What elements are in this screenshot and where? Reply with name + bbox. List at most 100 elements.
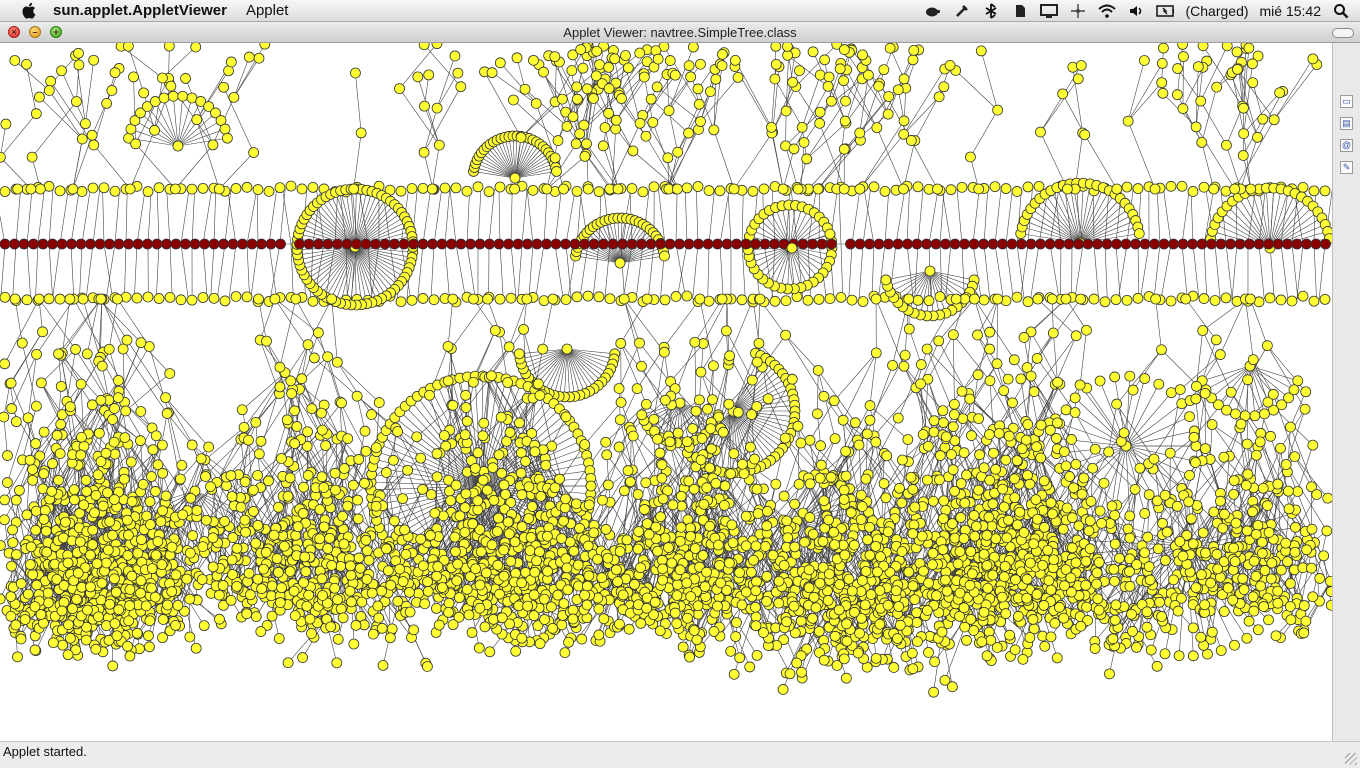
- tree-node[interactable]: [556, 533, 567, 544]
- tree-node[interactable]: [498, 544, 510, 556]
- tree-node[interactable]: [730, 631, 742, 642]
- tree-node[interactable]: [27, 464, 38, 475]
- tree-node[interactable]: [1038, 475, 1050, 487]
- tree-node[interactable]: [112, 392, 124, 404]
- tree-node[interactable]: [770, 58, 782, 70]
- tree-node[interactable]: [1171, 500, 1183, 512]
- tree-node[interactable]: [230, 291, 242, 302]
- tree-node[interactable]: [822, 80, 834, 92]
- tree-node[interactable]: [288, 585, 300, 597]
- tree-node[interactable]: [984, 375, 996, 387]
- tree-node[interactable]: [593, 603, 605, 615]
- tree-node[interactable]: [1292, 486, 1303, 497]
- tree-node[interactable]: [780, 105, 792, 117]
- tree-node[interactable]: [241, 181, 253, 193]
- tree-node[interactable]: [961, 635, 972, 646]
- tree-node[interactable]: [516, 632, 528, 644]
- tree-node[interactable]: [952, 558, 964, 570]
- tree-node[interactable]: [256, 583, 268, 595]
- tree-node[interactable]: [928, 686, 940, 698]
- tree-node[interactable]: [1177, 103, 1189, 114]
- tree-node[interactable]: [88, 54, 100, 66]
- tree-node[interactable]: [1108, 563, 1120, 575]
- tree-node[interactable]: [443, 597, 455, 609]
- tree-node[interactable]: [169, 183, 181, 195]
- tree-node[interactable]: [1168, 574, 1179, 586]
- tree-node[interactable]: [107, 414, 118, 425]
- tree-node[interactable]: [367, 628, 379, 640]
- tree-node[interactable]: [322, 543, 334, 554]
- tree-node[interactable]: [503, 528, 515, 540]
- tree-node[interactable]: [907, 54, 919, 66]
- tree-node[interactable]: [930, 590, 942, 602]
- tree-node[interactable]: [1057, 523, 1069, 535]
- tree-node[interactable]: [903, 293, 915, 305]
- tree-node[interactable]: [728, 668, 740, 680]
- tree-node[interactable]: [984, 343, 996, 355]
- tree-node[interactable]: [912, 294, 924, 306]
- tree-node[interactable]: [318, 482, 330, 493]
- tree-node[interactable]: [1156, 58, 1168, 69]
- tree-node[interactable]: [0, 151, 6, 163]
- tree-node[interactable]: [552, 135, 564, 146]
- tree-node[interactable]: [248, 506, 259, 517]
- tree-node[interactable]: [0, 118, 12, 130]
- tree-node[interactable]: [1001, 532, 1013, 544]
- tree-node[interactable]: [1085, 496, 1097, 507]
- tree-node[interactable]: [965, 613, 977, 625]
- tree-node[interactable]: [1088, 293, 1100, 305]
- tree-node[interactable]: [1237, 150, 1249, 161]
- volume-icon[interactable]: [1127, 3, 1145, 19]
- tree-node[interactable]: [984, 474, 996, 486]
- tree-node[interactable]: [613, 383, 625, 394]
- tree-node[interactable]: [571, 81, 583, 93]
- tree-node[interactable]: [2, 450, 13, 461]
- tree-node[interactable]: [1307, 591, 1319, 603]
- tree-node[interactable]: [11, 549, 22, 560]
- tree-node[interactable]: [1275, 442, 1286, 454]
- tree-node[interactable]: [500, 488, 511, 500]
- tree-node[interactable]: [1282, 485, 1294, 497]
- tree-node[interactable]: [307, 182, 319, 193]
- tree-node[interactable]: [1178, 51, 1189, 62]
- tree-node[interactable]: [197, 292, 209, 303]
- tree-node[interactable]: [1070, 458, 1082, 470]
- tree-node[interactable]: [436, 582, 448, 593]
- tree-node[interactable]: [753, 337, 765, 349]
- tree-node[interactable]: [618, 293, 630, 305]
- tree-node[interactable]: [1174, 384, 1186, 396]
- tree-node[interactable]: [491, 526, 503, 537]
- tree-node[interactable]: [1059, 446, 1070, 458]
- window-title-bar[interactable]: × – + Applet Viewer: navtree.SimpleTree.…: [0, 22, 1360, 43]
- tree-node[interactable]: [695, 116, 706, 127]
- tree-node[interactable]: [274, 361, 286, 373]
- tree-node[interactable]: [1199, 599, 1211, 611]
- tree-node[interactable]: [1089, 443, 1101, 455]
- tree-node[interactable]: [1092, 593, 1104, 605]
- tree-node[interactable]: [978, 548, 990, 560]
- tree-node[interactable]: [568, 545, 580, 557]
- tree-node[interactable]: [498, 479, 510, 491]
- tree-node[interactable]: [1048, 554, 1060, 566]
- tree-node[interactable]: [582, 183, 594, 195]
- tree-node[interactable]: [728, 448, 740, 459]
- tree-node[interactable]: [1067, 512, 1078, 524]
- tree-node[interactable]: [635, 617, 647, 629]
- tree-node[interactable]: [681, 577, 693, 589]
- tree-node[interactable]: [857, 49, 868, 61]
- tree-node[interactable]: [864, 400, 876, 411]
- tree-node[interactable]: [38, 426, 50, 438]
- tree-node[interactable]: [146, 471, 157, 482]
- tree-node[interactable]: [991, 358, 1003, 370]
- tree-node[interactable]: [813, 625, 825, 637]
- tree-node[interactable]: [984, 429, 995, 440]
- tree-node[interactable]: [947, 421, 959, 433]
- tree-node[interactable]: [609, 53, 621, 65]
- tree-node[interactable]: [983, 511, 995, 523]
- tree-node[interactable]: [882, 108, 894, 120]
- tree-node[interactable]: [406, 294, 418, 306]
- tree-node[interactable]: [549, 51, 561, 63]
- tree-node[interactable]: [641, 602, 653, 614]
- tree-node[interactable]: [6, 560, 17, 572]
- tree-node[interactable]: [907, 580, 919, 592]
